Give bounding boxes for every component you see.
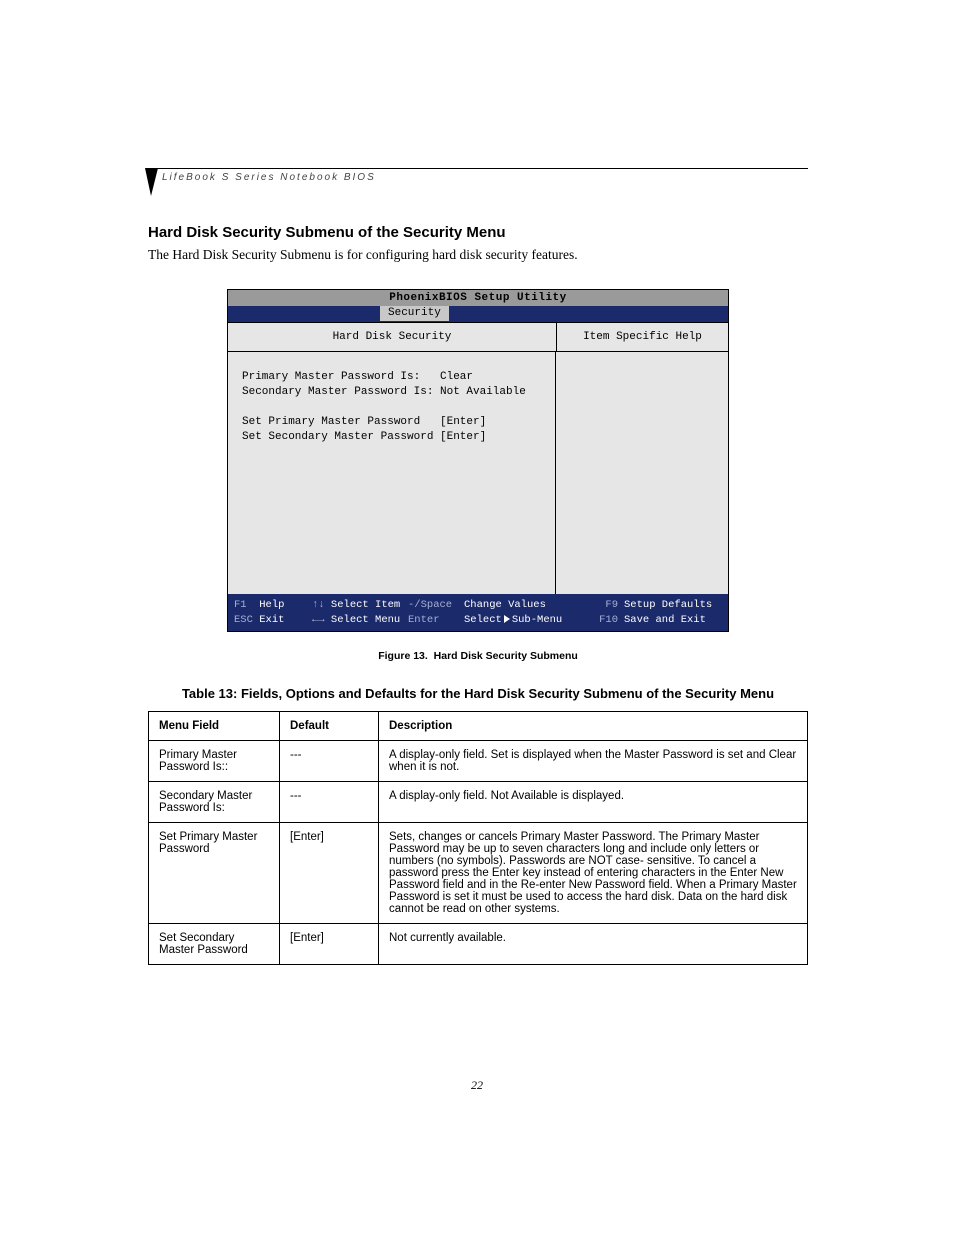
table-title: Table 13: Fields, Options and Defaults f… <box>148 686 808 701</box>
table-cell-default: [Enter] <box>280 924 379 965</box>
table-row: Set Primary Master Password [Enter] Sets… <box>149 823 808 924</box>
bios-footer-row: ESC Exit ←→ Select Menu Enter Select Sub-… <box>234 613 722 628</box>
bios-row-label: Set Primary Master Password <box>242 415 440 430</box>
section-title: Hard Disk Security Submenu of the Securi… <box>148 224 808 241</box>
table-cell-default: [Enter] <box>280 823 379 924</box>
table-cell-menu: Secondary Master Password Is: <box>149 782 280 823</box>
key-enter: Enter <box>408 614 440 626</box>
bios-footer: F1 Help ↑↓ Select Item -/Space Change Va… <box>228 594 728 631</box>
bios-row-label: Primary Master Password Is: <box>242 370 440 385</box>
table-header-menu: Menu Field <box>149 712 280 741</box>
key-f10: F10 <box>599 614 618 626</box>
triangle-right-icon <box>504 615 510 623</box>
table-cell-desc: Sets, changes or cancels Primary Master … <box>379 823 808 924</box>
bios-row-label: Set Secondary Master Password <box>242 430 440 445</box>
bios-row-value: [Enter] <box>440 430 545 445</box>
key-esc: ESC <box>234 614 253 626</box>
key-leftright-label: Select Menu <box>331 614 400 626</box>
key-space: -/Space <box>408 599 452 611</box>
bios-help-title: Item Specific Help <box>557 323 728 351</box>
table-header-desc: Description <box>379 712 808 741</box>
bios-help-pane <box>556 352 728 594</box>
figure-caption: Figure 13. Hard Disk Security Submenu <box>148 650 808 662</box>
page-number: 22 <box>0 1078 954 1093</box>
key-f1: F1 <box>234 599 247 611</box>
key-enter-label-a: Select <box>464 614 502 626</box>
table-cell-default: --- <box>280 741 379 782</box>
key-esc-label: Exit <box>259 614 284 626</box>
table-cell-desc: Not currently available. <box>379 924 808 965</box>
fields-table: Menu Field Default Description Primary M… <box>148 711 808 965</box>
bios-subtitle-row: Hard Disk Security Item Specific Help <box>228 322 728 352</box>
bios-row-value: [Enter] <box>440 415 545 430</box>
bios-title: PhoenixBIOS Setup Utility <box>228 290 728 306</box>
key-leftright: ←→ <box>312 614 325 626</box>
table-cell-default: --- <box>280 782 379 823</box>
key-f9-label: Setup Defaults <box>624 599 712 611</box>
bios-row: Set Secondary Master Password [Enter] <box>242 430 545 445</box>
bios-row: Primary Master Password Is: Clear <box>242 370 545 385</box>
page: LifeBook S Series Notebook BIOS Hard Dis… <box>0 0 954 1235</box>
table-cell-desc: A display-only field. Set is displayed w… <box>379 741 808 782</box>
bios-row-value: Clear <box>440 370 545 385</box>
key-f1-label: Help <box>259 599 284 611</box>
bios-body-left: Primary Master Password Is: Clear Second… <box>228 352 556 594</box>
bios-footer-row: F1 Help ↑↓ Select Item -/Space Change Va… <box>234 598 722 613</box>
bios-body: Primary Master Password Is: Clear Second… <box>228 352 728 594</box>
key-updown: ↑↓ <box>312 599 325 611</box>
figure-caption-text: Hard Disk Security Submenu <box>434 650 578 662</box>
bios-row: Set Primary Master Password [Enter] <box>242 415 545 430</box>
key-space-label: Change Values <box>464 599 546 611</box>
table-row: Secondary Master Password Is: --- A disp… <box>149 782 808 823</box>
table-header-default: Default <box>280 712 379 741</box>
key-updown-label: Select Item <box>331 599 400 611</box>
content: Hard Disk Security Submenu of the Securi… <box>148 168 808 965</box>
table-cell-menu: Set Secondary Master Password <box>149 924 280 965</box>
table-cell-menu: Primary Master Password Is:: <box>149 741 280 782</box>
bios-row-value: Not Available <box>440 385 545 400</box>
bios-tab-active: Security <box>380 306 449 321</box>
table-header-row: Menu Field Default Description <box>149 712 808 741</box>
section-description: The Hard Disk Security Submenu is for co… <box>148 247 808 263</box>
figure-label: Figure 13. <box>378 650 428 662</box>
table-row: Primary Master Password Is:: --- A displ… <box>149 741 808 782</box>
key-enter-label-b: Sub-Menu <box>512 614 562 626</box>
bios-row-label: Secondary Master Password Is: <box>242 385 440 400</box>
bios-figure: PhoenixBIOS Setup Utility Security Hard … <box>227 289 729 632</box>
key-f10-label: Save and Exit <box>624 614 706 626</box>
table-cell-menu: Set Primary Master Password <box>149 823 280 924</box>
key-f9: F9 <box>605 599 618 611</box>
table-row: Set Secondary Master Password [Enter] No… <box>149 924 808 965</box>
bios-tabs: Security <box>228 306 728 322</box>
bios-row: Secondary Master Password Is: Not Availa… <box>242 385 545 400</box>
table-cell-desc: A display-only field. Not Available is d… <box>379 782 808 823</box>
bios-submenu-title: Hard Disk Security <box>228 323 557 351</box>
